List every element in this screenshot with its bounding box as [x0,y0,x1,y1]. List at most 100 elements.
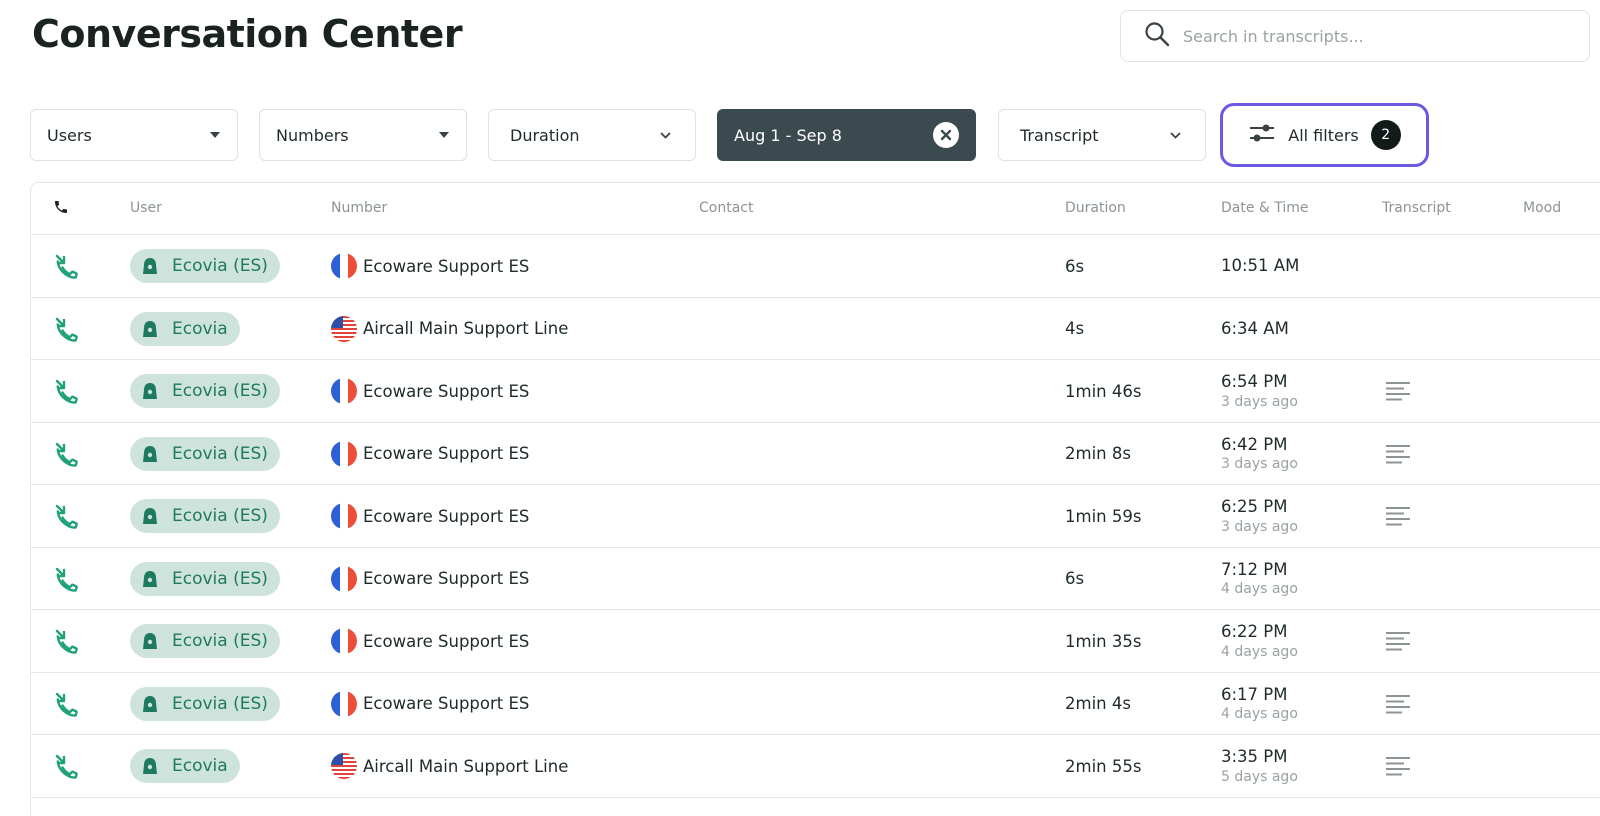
transcript-icon[interactable] [1385,423,1411,485]
user-chip[interactable]: Ecovia (ES) [130,436,280,471]
incoming-call-icon [53,673,79,735]
duration-value: 2min 4s [1065,694,1131,713]
table-row[interactable]: Ecovia (ES) Ecoware Support ES 2min 8s 6:42… [31,423,1600,485]
user-cell: Ecovia (ES) [130,360,280,422]
number-name: Ecoware Support ES [363,631,530,651]
user-name: Ecovia (ES) [172,693,268,714]
user-avatar-icon [140,756,160,776]
clear-date-button[interactable] [933,122,959,148]
user-chip[interactable]: Ecovia (ES) [130,624,280,658]
incoming-call-icon [53,360,79,422]
table-header: User Number Contact Duration Date & Time… [31,183,1600,235]
datetime-cell: 6:25 PM 3 days ago [1221,485,1298,547]
number-cell[interactable]: Ecoware Support ES [331,610,529,672]
table-body: Ecovia (ES) Ecoware Support ES 6s 10:51 AM E… [31,235,1600,798]
duration-value: 2min 8s [1065,444,1131,463]
chevron-down-icon [659,129,671,141]
table-row[interactable]: Ecovia Aircall Main Support Line 4s 6:34 AM [31,298,1600,360]
duration-value: 2min 55s [1065,756,1142,776]
datetime-cell: 6:54 PM 3 days ago [1221,360,1298,422]
duration-filter-label: Duration [510,125,580,145]
numbers-filter[interactable]: Numbers [259,109,467,161]
fr-flag-icon [331,628,357,654]
duration-filter[interactable]: Duration [488,109,696,161]
user-avatar-icon [140,256,160,276]
user-chip[interactable]: Ecovia (ES) [130,249,280,283]
table-row[interactable]: Ecovia (ES) Ecoware Support ES 2min 4s 6:17… [31,673,1600,735]
column-transcript: Transcript [1382,200,1451,216]
user-chip[interactable]: Ecovia (ES) [130,499,280,533]
user-avatar-icon [140,319,160,339]
incoming-call-icon [53,423,79,485]
transcript-filter[interactable]: Transcript [998,109,1206,161]
user-chip[interactable]: Ecovia [130,749,240,783]
table-row[interactable]: Ecovia (ES) Ecoware Support ES 1min 46s 6:5… [31,360,1600,423]
number-cell[interactable]: Ecoware Support ES [331,360,529,422]
incoming-call-icon [53,548,79,610]
user-cell: Ecovia [130,735,240,797]
column-datetime: Date & Time [1221,200,1309,216]
table-row[interactable]: Ecovia (ES) Ecoware Support ES 1min 35s 6:2… [31,610,1600,673]
user-avatar-icon [140,381,160,401]
call-time: 6:17 PM [1221,684,1288,704]
user-chip[interactable]: Ecovia (ES) [130,686,280,721]
number-cell[interactable]: Aircall Main Support Line [331,298,568,360]
incoming-call-icon [53,485,79,547]
number-cell[interactable]: Ecoware Support ES [331,485,529,547]
call-time: 6:25 PM [1221,497,1288,517]
transcript-icon[interactable] [1385,485,1411,547]
user-name: Ecovia (ES) [172,631,268,651]
transcript-icon[interactable] [1385,673,1411,735]
transcript-icon[interactable] [1385,360,1411,422]
user-chip[interactable]: Ecovia (ES) [130,374,280,408]
user-name: Ecovia (ES) [172,256,268,276]
incoming-call-icon [53,298,79,360]
table-row[interactable]: Ecovia (ES) Ecoware Support ES 6s 10:51 AM [31,235,1600,298]
relative-date: 4 days ago [1221,643,1298,660]
user-avatar-icon [140,694,160,714]
page-title: Conversation Center [32,12,463,56]
chevron-down-icon [1169,129,1181,141]
close-icon [940,129,952,141]
user-avatar-icon [140,444,160,464]
column-mood: Mood [1523,200,1562,216]
call-time: 3:35 PM [1221,747,1288,767]
user-cell: Ecovia (ES) [130,485,280,547]
user-chip[interactable]: Ecovia (ES) [130,561,280,596]
date-range-filter[interactable]: Aug 1 - Sep 8 [717,109,976,161]
table-row[interactable]: Ecovia Aircall Main Support Line 2min 55s 3… [31,735,1600,798]
user-cell: Ecovia (ES) [130,235,280,297]
datetime-cell: 6:22 PM 4 days ago [1221,610,1298,672]
user-chip[interactable]: Ecovia [130,311,240,346]
search-bar[interactable] [1120,10,1590,62]
number-cell[interactable]: Ecoware Support ES [331,673,529,735]
number-cell[interactable]: Aircall Main Support Line [331,735,568,797]
datetime-cell: 10:51 AM [1221,235,1299,297]
filter-bar: Users Numbers Duration Aug 1 - Sep 8 Tra… [0,103,1600,167]
transcript-icon[interactable] [1385,735,1411,797]
call-time: 10:51 AM [1221,256,1300,276]
call-time: 6:42 PM [1221,434,1288,454]
call-time: 6:22 PM [1221,622,1288,642]
number-cell[interactable]: Ecoware Support ES [331,548,529,610]
incoming-call-icon [53,610,79,672]
caret-down-icon [209,129,221,141]
relative-date: 3 days ago [1221,518,1298,535]
duration-value: 4s [1065,319,1085,338]
duration-value: 6s [1065,256,1085,276]
number-name: Aircall Main Support Line [363,319,569,338]
number-cell[interactable]: Ecoware Support ES [331,235,529,297]
number-name: Ecoware Support ES [363,506,530,526]
duration-value: 1min 46s [1065,381,1142,401]
datetime-cell: 3:35 PM 5 days ago [1221,735,1298,797]
duration-value: 1min 35s [1065,631,1142,651]
calls-table: User Number Contact Duration Date & Time… [30,182,1600,816]
incoming-call-icon [53,235,79,297]
transcript-icon[interactable] [1385,610,1411,672]
search-input[interactable] [1183,26,1563,46]
all-filters-button[interactable]: All filters 2 [1220,103,1429,167]
table-row[interactable]: Ecovia (ES) Ecoware Support ES 6s 7:12 PM 4 … [31,548,1600,610]
users-filter[interactable]: Users [30,109,238,161]
number-cell[interactable]: Ecoware Support ES [331,423,529,485]
table-row[interactable]: Ecovia (ES) Ecoware Support ES 1min 59s 6:2… [31,485,1600,548]
